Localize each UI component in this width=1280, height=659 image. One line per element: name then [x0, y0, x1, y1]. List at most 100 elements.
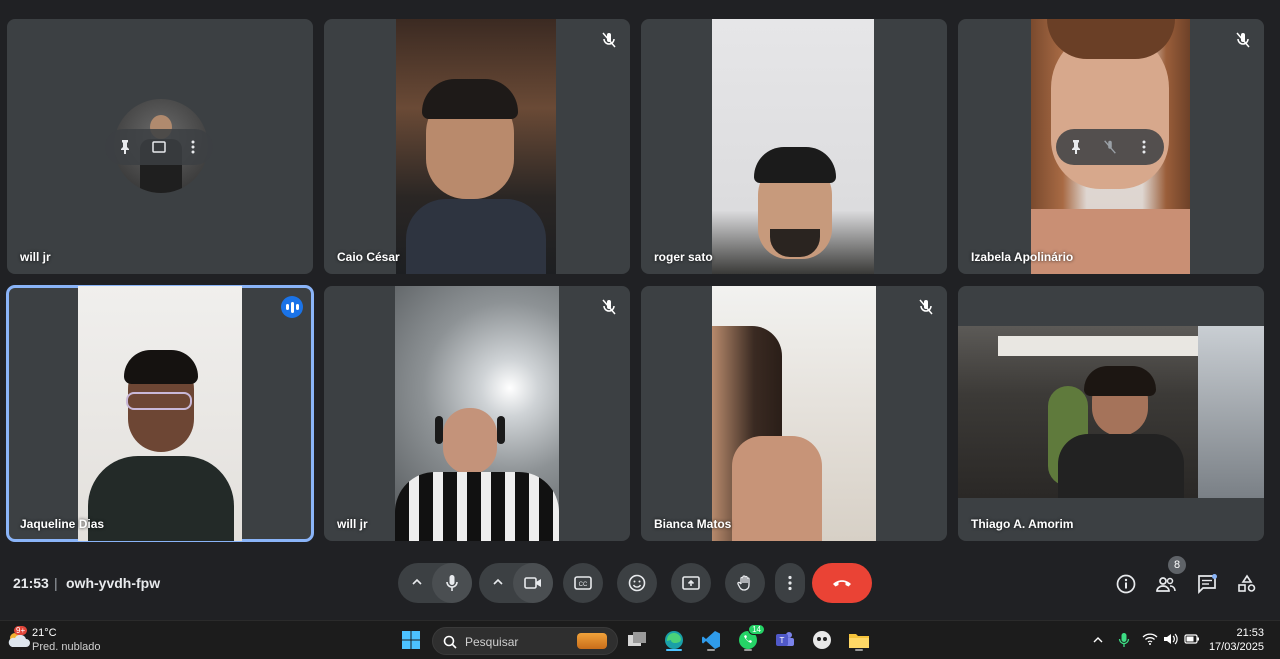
running-indicator	[855, 649, 863, 651]
active-indicator	[666, 649, 682, 651]
participant-video	[712, 286, 876, 541]
participant-tile[interactable]: Thiago A. Amorim	[958, 286, 1264, 541]
whatsapp-button[interactable]: 14	[735, 624, 765, 653]
search-placeholder: Pesquisar	[465, 635, 519, 649]
camera-icon	[524, 577, 541, 589]
mic-off-icon[interactable]	[1102, 139, 1118, 155]
captions-icon: CC	[574, 576, 592, 590]
participant-tile[interactable]: roger sato	[641, 19, 947, 274]
running-indicator	[744, 649, 752, 651]
chat-icon[interactable]	[1196, 573, 1218, 595]
meeting-code: owh-yvdh-fpw	[66, 575, 161, 591]
chevron-up-icon[interactable]	[410, 575, 424, 589]
app-icon	[813, 631, 831, 649]
briefcase-icon	[577, 633, 607, 649]
audio-control	[398, 563, 472, 603]
participant-name: Caio César	[337, 250, 400, 264]
microphone-tray-icon[interactable]	[1118, 632, 1130, 648]
participant-tile[interactable]: Bianca Matos	[641, 286, 947, 541]
teams-icon: T	[776, 632, 794, 646]
participant-tile[interactable]: Caio César	[324, 19, 630, 274]
task-view-icon	[628, 632, 646, 646]
whatsapp-badge: 14	[748, 624, 765, 635]
captions-button[interactable]: CC	[563, 563, 603, 603]
clock-time[interactable]: 21:53	[1236, 627, 1264, 639]
search-icon	[443, 635, 457, 649]
participant-name: Bianca Matos	[654, 517, 732, 531]
participant-tile[interactable]: will jr	[324, 286, 630, 541]
participant-video	[958, 326, 1264, 498]
pin-icon[interactable]	[117, 139, 133, 155]
present-screen-button[interactable]	[671, 563, 711, 603]
separator: |	[54, 575, 58, 591]
windows-icon	[402, 631, 420, 649]
participant-name: Izabela Apolinário	[971, 250, 1074, 264]
leave-call-button[interactable]	[812, 563, 872, 603]
svg-text:CC: CC	[579, 582, 588, 588]
people-icon[interactable]	[1155, 573, 1177, 595]
participant-name: will jr	[20, 250, 51, 264]
participant-video	[78, 286, 242, 541]
edge-button[interactable]	[661, 627, 687, 653]
clock-date[interactable]: 17/03/2025	[1209, 641, 1264, 653]
activities-icon[interactable]	[1236, 573, 1258, 595]
video-control	[479, 563, 553, 603]
frame-icon[interactable]	[151, 139, 167, 155]
present-icon	[682, 576, 700, 590]
reactions-button[interactable]	[617, 563, 657, 603]
emoji-icon	[628, 574, 646, 592]
participant-tile[interactable]: will jr	[7, 19, 313, 274]
weather-badge: 9+	[14, 626, 28, 635]
meeting-info-icon[interactable]	[1115, 573, 1137, 595]
pin-icon[interactable]	[1068, 139, 1084, 155]
participant-tile-active[interactable]: Jaqueline Dias	[6, 285, 314, 542]
more-options-icon[interactable]	[1136, 139, 1152, 155]
edge-icon	[665, 631, 683, 649]
vscode-button[interactable]	[698, 627, 724, 653]
windows-taskbar: 9+ 21°C Pred. nublado Pesquisar 14 T 21:…	[0, 620, 1280, 659]
meeting-clock: 21:53	[13, 575, 49, 591]
participant-video	[396, 19, 556, 274]
speaking-indicator	[281, 296, 303, 318]
task-view-button[interactable]	[624, 627, 650, 653]
taskbar-search[interactable]: Pesquisar	[432, 627, 618, 655]
microphone-button[interactable]	[432, 563, 472, 603]
mic-off-icon	[919, 299, 933, 315]
participant-name: roger sato	[654, 250, 713, 264]
start-button[interactable]	[398, 627, 424, 653]
teams-button[interactable]: T	[772, 627, 798, 653]
weather-forecast: Pred. nublado	[32, 641, 101, 653]
chevron-up-icon[interactable]	[1092, 634, 1104, 646]
participant-tile[interactable]: Izabela Apolinário	[958, 19, 1264, 274]
hand-icon	[737, 575, 750, 591]
participant-video	[395, 286, 559, 541]
svg-text:T: T	[780, 636, 785, 645]
running-indicator	[707, 649, 715, 651]
vscode-icon	[702, 631, 720, 649]
participant-name: Jaqueline Dias	[20, 517, 105, 531]
people-count-badge: 8	[1168, 556, 1186, 574]
hang-up-icon	[833, 580, 851, 587]
participant-name: Thiago A. Amorim	[971, 517, 1074, 531]
participant-name: will jr	[337, 517, 368, 531]
tile-controls	[1056, 129, 1164, 165]
weather-widget[interactable]: 9+	[6, 626, 30, 652]
meeting-controls-bar: 21:53 | owh-yvdh-fpw CC	[0, 555, 1280, 615]
tile-controls	[105, 129, 213, 165]
app-button[interactable]	[809, 627, 835, 653]
file-explorer-button[interactable]	[846, 627, 872, 653]
participant-video	[712, 19, 874, 274]
meet-window: will jr Caio César roger sato Izabela Ap…	[0, 0, 1280, 620]
battery-icon[interactable]	[1184, 633, 1200, 645]
microphone-icon	[446, 575, 458, 591]
wifi-icon[interactable]	[1142, 632, 1158, 646]
more-options-icon[interactable]	[185, 139, 201, 155]
mic-off-icon	[602, 32, 616, 48]
mic-off-icon	[602, 299, 616, 315]
more-options-button[interactable]	[775, 563, 805, 603]
chevron-up-icon[interactable]	[491, 575, 505, 589]
raise-hand-button[interactable]	[725, 563, 765, 603]
camera-button[interactable]	[513, 563, 553, 603]
volume-icon[interactable]	[1163, 632, 1179, 646]
more-options-icon	[788, 575, 792, 591]
